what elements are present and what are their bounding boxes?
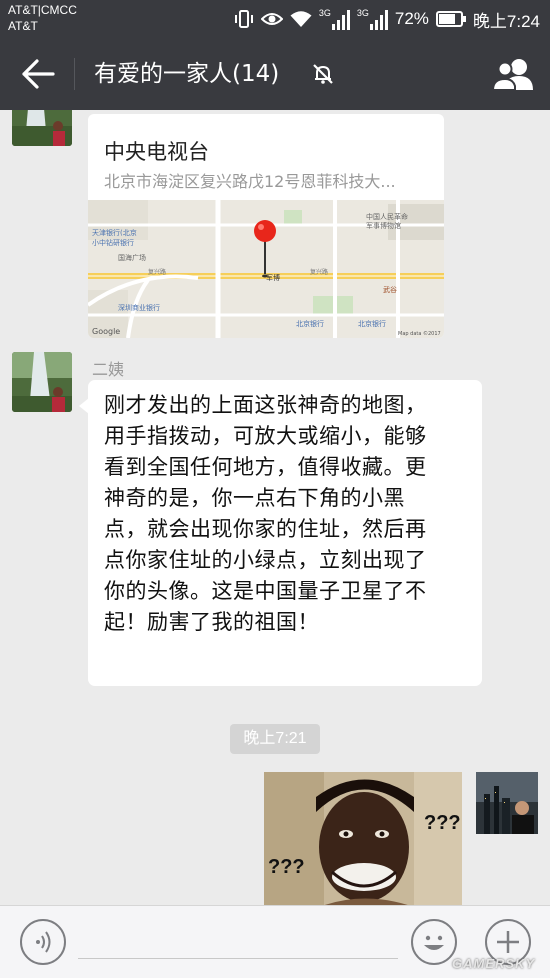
- timestamp: 晚上7:21: [230, 724, 320, 754]
- network-type-2: 3G: [356, 7, 369, 18]
- message-line: 神奇的是，你一点右下角的小黑: [104, 486, 405, 510]
- map-google-logo: Google: [92, 327, 120, 336]
- location-card[interactable]: 中央电视台 北京市海淀区复兴路戊12号恩菲科技大... 天津银行(北京 小中钻研…: [88, 114, 444, 338]
- voice-icon: [36, 931, 51, 953]
- map-label: 北京银行: [296, 319, 324, 328]
- message-line: 刚才发出的上面这张神奇的地图，: [104, 393, 427, 417]
- emoji-icon: [424, 935, 444, 950]
- emoji-button[interactable]: [411, 919, 457, 965]
- chat-title: 有爱的一家人(14): [94, 61, 280, 87]
- wifi-icon: [290, 11, 312, 27]
- header-divider: [74, 58, 75, 90]
- sender-name: 二姨: [92, 360, 125, 379]
- battery-percent: 72%: [394, 9, 429, 28]
- status-icons: 3G 3G 72% 晚上7:24: [234, 7, 540, 31]
- vibrate-icon: [234, 10, 253, 28]
- message-line: 点你家住址的小绿点，立刻出现了: [104, 548, 427, 572]
- meme-question-marks-right: ???: [424, 812, 461, 834]
- message-bubble[interactable]: 刚才发出的上面这张神奇的地图， 用手指拨动，可放大或缩小，能够 看到全国任何地方…: [79, 380, 482, 686]
- map-label: 中国人民革命: [366, 212, 408, 221]
- status-bar: AT&T|CMCC AT&T 3G 3G 72% 晚上7:24: [0, 0, 550, 38]
- map-data-credit: Map data ©2017: [398, 330, 441, 337]
- avatar-city-night-image: [476, 772, 538, 834]
- signal-1: 3G: [318, 7, 350, 30]
- chat-area[interactable]: 中央电视台 北京市海淀区复兴路戊12号恩菲科技大... 天津银行(北京 小中钻研…: [0, 110, 550, 905]
- image-message[interactable]: ??? ???: [264, 772, 462, 905]
- voice-button[interactable]: [20, 919, 66, 965]
- message-line: 用手指拨动，可放大或缩小，能够: [104, 424, 427, 448]
- map-label: 军博: [266, 273, 280, 282]
- location-address: 北京市海淀区复兴路戊12号恩菲科技大...: [104, 172, 396, 191]
- message-line: 你的头像。这是中国量子卫星了不: [104, 579, 427, 603]
- chat-header: 有爱的一家人(14): [0, 38, 550, 110]
- map-label: 复兴路: [148, 268, 166, 276]
- carrier-line-2: AT&T: [8, 19, 38, 33]
- avatar[interactable]: [12, 352, 72, 412]
- map-preview[interactable]: 天津银行(北京 小中钻研银行 国海广场 中国人民革命 军事博物馆 军博 复兴路 …: [88, 200, 444, 338]
- own-avatar[interactable]: [476, 772, 538, 834]
- message-input[interactable]: [78, 958, 398, 959]
- watermark: GAMERSKY: [452, 956, 536, 971]
- carrier-line-1: AT&T|CMCC: [8, 3, 77, 17]
- message-line: 看到全国任何地方，值得收藏。更: [104, 455, 427, 479]
- map-label: 小中钻研银行: [92, 238, 134, 247]
- map-label: 复兴路: [310, 268, 328, 276]
- bubble-tail: [79, 398, 89, 414]
- map-label: 深圳商业银行: [118, 303, 160, 312]
- mute-bell-icon: [313, 64, 333, 84]
- signal-bars-icon: [369, 9, 388, 30]
- avatar[interactable]: [12, 110, 72, 146]
- map-label: 国海广场: [118, 253, 146, 262]
- message-line: 点，就会出现你家的住址，然后再: [104, 517, 427, 541]
- avatar-waterfall-image: [12, 110, 72, 146]
- signal-bars-icon: [331, 9, 350, 30]
- back-arrow-icon[interactable]: [20, 57, 56, 91]
- map-label: 军事博物馆: [366, 221, 401, 230]
- message-line: 起！励害了我的祖国！: [104, 610, 319, 634]
- clock: 晚上7:24: [472, 11, 540, 31]
- eye-icon: [260, 13, 283, 25]
- map-label: 天津银行(北京: [92, 228, 137, 237]
- map-label: 北京银行: [358, 319, 386, 328]
- network-type-1: 3G: [318, 7, 331, 18]
- message-text: 刚才发出的上面这张神奇的地图， 用手指拨动，可放大或缩小，能够 看到全国任何地方…: [104, 390, 474, 638]
- meme-question-marks-left: ???: [268, 856, 305, 878]
- group-members-icon[interactable]: [493, 56, 533, 92]
- signal-2: 3G: [356, 7, 388, 30]
- carrier-info: AT&T|CMCC AT&T: [8, 2, 77, 34]
- location-title: 中央电视台: [104, 140, 209, 164]
- map-label: 武谷: [383, 285, 397, 294]
- battery-icon: [435, 11, 466, 27]
- avatar-waterfall-image: [12, 352, 72, 412]
- meme-image: [264, 772, 462, 905]
